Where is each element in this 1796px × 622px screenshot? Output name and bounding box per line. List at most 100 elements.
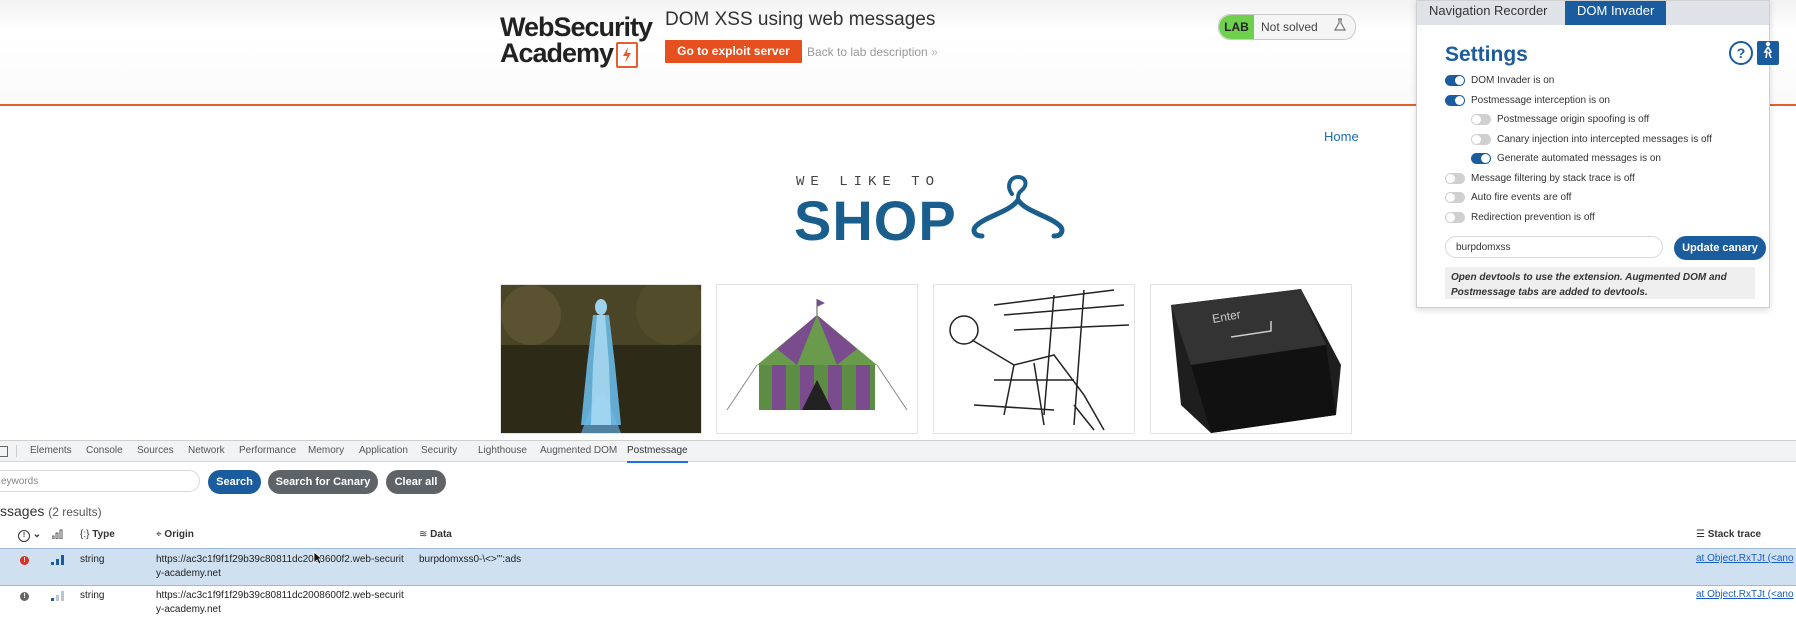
tab-application[interactable]: Application [359, 441, 408, 461]
back-link-label: Back to lab description [807, 45, 928, 59]
tab-performance[interactable]: Performance [239, 441, 296, 461]
product-sketch[interactable] [933, 284, 1135, 434]
flask-icon [1331, 18, 1349, 36]
row-type: string [80, 590, 105, 601]
inspect-icon[interactable] [0, 446, 8, 457]
tent-image [717, 285, 917, 433]
logo-bolt-icon [616, 42, 638, 68]
row-stack-trace-link[interactable]: at Object.RxTJt (<ano [1696, 553, 1794, 564]
lab-label: LAB [1219, 15, 1254, 39]
canary-injection-toggle[interactable] [1471, 134, 1491, 145]
tab-sources[interactable]: Sources [137, 441, 174, 461]
messages-count: (2 results) [48, 505, 102, 519]
tab-navigation-recorder[interactable]: Navigation Recorder [1417, 1, 1560, 25]
message-row[interactable]: ! string https://ac3c1f9f1f29b39c80811dc… [0, 585, 1796, 621]
lab-status-badge: LAB Not solved [1218, 14, 1356, 40]
type-column-header[interactable]: {:} Type [80, 529, 115, 540]
row-data: burpdomxss0-\<>"':ads [419, 554, 522, 565]
message-search-input[interactable]: eywords [0, 470, 200, 492]
devtools-panel: Elements Console Sources Network Perform… [0, 440, 1796, 622]
origin-spoofing-toggle[interactable] [1471, 114, 1491, 125]
dom-invader-panel: Navigation Recorder DOM Invader Settings… [1416, 0, 1779, 308]
confidence-bars-icon [51, 555, 65, 565]
row-stack-trace-link[interactable]: at Object.RxTJt (<ano [1696, 589, 1794, 600]
severity-column-header[interactable]: ! ⌄ [18, 529, 41, 542]
enter-key-image: Enter [1151, 285, 1351, 433]
tab-postmessage[interactable]: Postmessage [627, 441, 688, 463]
layers-icon: ≋ [419, 529, 428, 540]
double-chevron-right-icon: » [931, 45, 938, 59]
hanger-icon [968, 172, 1068, 242]
devtools-note: Open devtools to use the extension. Augm… [1445, 267, 1755, 299]
search-for-canary-button[interactable]: Search for Canary [268, 470, 378, 494]
origin-column-header[interactable]: ⌖ Origin [156, 529, 194, 540]
severity-high-icon: ! [20, 556, 29, 565]
data-column-header[interactable]: ≋ Data [419, 529, 452, 540]
product-enter-key[interactable]: Enter [1150, 284, 1352, 434]
dom-invader-label: DOM Invader is on [1471, 75, 1555, 86]
dom-invader-toggle[interactable] [1445, 75, 1465, 86]
logo-text-line2: Academy [500, 38, 614, 68]
tab-lighthouse[interactable]: Lighthouse [478, 441, 527, 461]
stack-header-label: Stack trace [1707, 529, 1762, 540]
redirection-prevention-toggle[interactable] [1445, 212, 1465, 223]
tab-security[interactable]: Security [421, 441, 457, 461]
sketch-image [934, 285, 1134, 433]
extension-tabbar: Navigation Recorder DOM Invader [1417, 1, 1769, 25]
signal-bars-icon [51, 529, 65, 542]
search-button[interactable]: Search [208, 470, 261, 494]
canary-injection-label: Canary injection into intercepted messag… [1497, 134, 1712, 145]
postmessage-interception-toggle[interactable] [1445, 95, 1465, 106]
generate-automated-messages-label: Generate automated messages is on [1497, 153, 1661, 164]
lab-title: DOM XSS using web messages [665, 9, 936, 30]
chevron-down-icon: ⌄ [32, 529, 42, 540]
generate-automated-messages-toggle[interactable] [1471, 153, 1491, 164]
type-header-label: Type [92, 529, 115, 540]
row-origin-line2: y-academy.net [156, 604, 221, 615]
confidence-bars-icon [51, 591, 65, 601]
braces-icon: {:} [80, 529, 90, 540]
tab-dom-invader[interactable]: DOM Invader [1565, 1, 1667, 25]
message-row[interactable]: ! string https://ac3c1f9f1f29b39c80811dc… [0, 548, 1796, 586]
product-ghost-dress[interactable] [500, 284, 702, 434]
canary-input[interactable]: burpdomxss [1445, 236, 1663, 258]
stack-trace-filter-label: Message filtering by stack trace is off [1471, 173, 1635, 184]
row-origin-line2: y-academy.net [156, 568, 221, 579]
auto-fire-events-toggle[interactable] [1445, 192, 1465, 203]
tab-divider [16, 445, 17, 457]
alert-circle-icon: ! [18, 530, 30, 542]
settings-title: Settings [1445, 43, 1528, 66]
stack-trace-column-header[interactable]: ☰ Stack trace [1696, 529, 1761, 540]
tab-elements[interactable]: Elements [30, 441, 72, 461]
auto-fire-events-label: Auto fire events are off [1471, 192, 1572, 203]
tab-augmented-dom[interactable]: Augmented DOM [540, 441, 617, 461]
shop-brand: SHOP [794, 189, 957, 252]
mouse-cursor-icon [313, 551, 324, 570]
messages-heading: ssages (2 results) [0, 503, 102, 519]
messages-title: ssages [0, 503, 45, 519]
confidence-column-header[interactable] [51, 529, 65, 542]
tab-memory[interactable]: Memory [308, 441, 344, 461]
tab-network[interactable]: Network [188, 441, 225, 461]
product-tent[interactable] [716, 284, 918, 434]
web-security-academy-logo[interactable]: WebSecurity Academy [500, 12, 653, 68]
row-type: string [80, 554, 105, 565]
help-icon[interactable]: ? [1729, 41, 1753, 65]
go-to-exploit-server-button[interactable]: Go to exploit server [665, 40, 802, 63]
clear-all-button[interactable]: Clear all [386, 470, 446, 494]
back-to-lab-description-link[interactable]: Back to lab description » [807, 45, 938, 59]
data-header-label: Data [430, 529, 452, 540]
ghost-dress-image [501, 285, 701, 433]
postmessage-interception-label: Postmessage interception is on [1471, 95, 1610, 106]
stack-icon: ☰ [1696, 529, 1705, 540]
origin-header-label: Origin [164, 529, 194, 540]
stack-trace-filter-toggle[interactable] [1445, 173, 1465, 184]
tab-console[interactable]: Console [86, 441, 123, 461]
update-canary-button[interactable]: Update canary [1674, 236, 1766, 260]
row-origin-line1: https://ac3c1f9f1f29b39c80811dc2008600f2… [156, 590, 404, 601]
row-origin-line1: https://ac3c1f9f1f29b39c80811dc2008600f2… [156, 554, 404, 565]
nav-home-link[interactable]: Home [1324, 129, 1359, 144]
origin-spoofing-label: Postmessage origin spoofing is off [1497, 114, 1650, 125]
redirection-prevention-label: Redirection prevention is off [1471, 212, 1595, 223]
person-icon[interactable] [1757, 41, 1779, 65]
